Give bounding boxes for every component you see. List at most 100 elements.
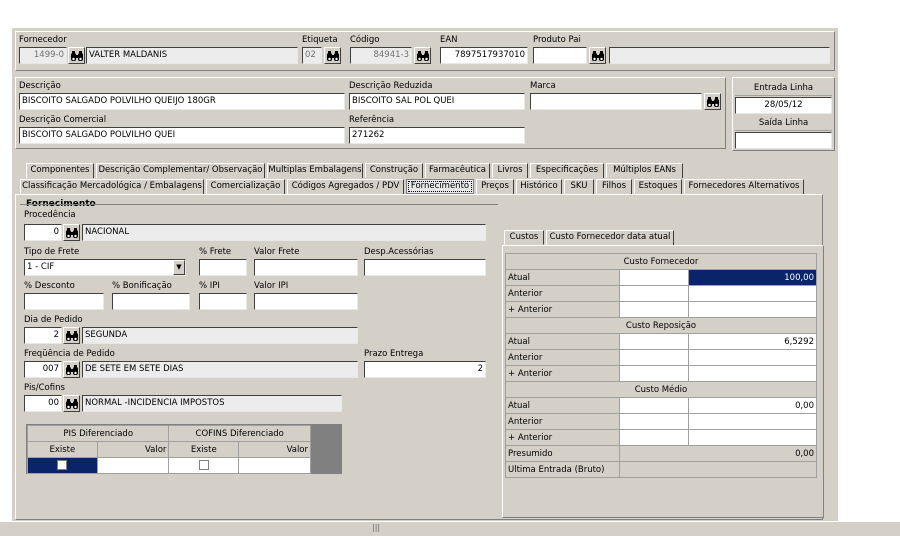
cr-mais-anterior-prev	[619, 365, 689, 382]
pis-cofins-search-icon[interactable]	[63, 395, 80, 412]
valor-ipi-field[interactable]	[254, 293, 358, 310]
cm-anterior-value[interactable]	[688, 413, 817, 430]
tab-construcao[interactable]: Construção	[365, 163, 423, 178]
cr-anterior-label: Anterior	[505, 349, 620, 366]
tab-precos[interactable]: Preços	[476, 179, 514, 194]
cm-mais-anterior-prev	[619, 429, 689, 446]
custos-page: Custo Fornecedor Atual 100,00 Anterior + …	[502, 245, 824, 518]
frequencia-label: Freqüência de Pedido	[24, 349, 115, 359]
tab-estoques[interactable]: Estoques	[634, 179, 682, 194]
tab-filhos[interactable]: Filhos	[596, 179, 632, 194]
valor-frete-field[interactable]	[254, 259, 358, 276]
pis-existe-checkbox[interactable]	[57, 460, 68, 471]
cr-mais-anterior-value[interactable]	[688, 365, 817, 382]
tab-custos[interactable]: Custos	[504, 230, 544, 245]
pct-bonificacao-field[interactable]	[112, 293, 190, 310]
ean-field[interactable]: 7897517937010	[440, 47, 528, 64]
cofins-valor-cell[interactable]	[238, 457, 311, 474]
cofins-existe-checkbox[interactable]	[198, 460, 209, 471]
cr-atual-label: Atual	[505, 333, 620, 350]
dia-pedido-label: Dia de Pedido	[24, 315, 83, 325]
cm-presumido-value: 0,00	[619, 445, 817, 462]
desp-acessorias-label: Desp.Acessórias	[364, 247, 434, 257]
desp-acessorias-field[interactable]	[364, 259, 486, 276]
procedencia-name-field: NACIONAL	[82, 224, 486, 241]
valor-frete-label: Valor Frete	[254, 247, 300, 257]
ean-label: EAN	[440, 35, 458, 45]
tipo-frete-select[interactable]: 1 - CIF	[24, 259, 186, 276]
fornecedor-search-icon[interactable]	[68, 47, 85, 64]
chevron-down-icon[interactable]: ▼	[173, 260, 185, 275]
desc-reduzida-label: Descrição Reduzida	[349, 81, 433, 91]
pis-cofins-code-field[interactable]: 00	[24, 395, 62, 412]
marca-field[interactable]	[530, 93, 702, 110]
prazo-entrega-field[interactable]: 2	[364, 361, 486, 378]
cm-anterior-label: Anterior	[505, 413, 620, 430]
tab-historico[interactable]: Histórico	[516, 179, 562, 194]
tab-multiplos-eans[interactable]: Múltiplos EANs	[606, 163, 683, 178]
cf-atual-prev	[619, 269, 689, 286]
pct-ipi-field[interactable]	[199, 293, 247, 310]
cf-anterior-value[interactable]	[688, 285, 817, 302]
referencia-label: Referência	[349, 115, 395, 125]
dia-pedido-search-icon[interactable]	[63, 327, 80, 344]
pct-desconto-field[interactable]	[24, 293, 104, 310]
entrada-linha-field[interactable]: 28/05/12	[735, 97, 832, 114]
descricao-field[interactable]: BISCOITO SALGADO POLVILHO QUEIJO 180GR	[19, 93, 345, 110]
scroll-grip[interactable]: |||	[372, 523, 380, 532]
cofins-existe-cell[interactable]	[168, 457, 240, 474]
tab-componentes[interactable]: Componentes	[26, 163, 94, 178]
cr-atual-value[interactable]: 6,5292	[688, 333, 817, 350]
pis-existe-cell[interactable]	[27, 457, 98, 474]
codigo-search-icon[interactable]	[414, 47, 431, 64]
tab-comercializacao[interactable]: Comercialização	[206, 179, 285, 194]
cr-anterior-value[interactable]	[688, 349, 817, 366]
custos-table: Custo Fornecedor Atual 100,00 Anterior + …	[505, 253, 817, 478]
cm-anterior-prev	[619, 413, 689, 430]
cf-mais-anterior-prev	[619, 301, 689, 318]
cf-atual-value[interactable]: 100,00	[688, 269, 817, 286]
cf-mais-anterior-value[interactable]	[688, 301, 817, 318]
tab-fornecedores-alternativos[interactable]: Fornecedores Alternativos	[684, 179, 804, 194]
procedencia-label: Procedência	[24, 210, 76, 220]
desc-comercial-field[interactable]: BISCOITO SALGADO POLVILHO QUEI	[19, 127, 345, 144]
tab-multiplas-embalagens[interactable]: Multiplas Embalagens	[267, 163, 363, 178]
etiqueta-label: Etiqueta	[302, 35, 338, 45]
pis-valor-cell[interactable]	[96, 457, 170, 474]
produto-pai-field[interactable]	[533, 47, 587, 64]
tab-especificacoes[interactable]: Especificações	[530, 163, 604, 178]
cm-atual-value[interactable]: 0,00	[688, 397, 817, 414]
entrada-linha-label: Entrada Linha	[735, 81, 832, 96]
tab-custo-fornecedor-data-atual[interactable]: Custo Fornecedor data atual	[546, 230, 674, 245]
frequencia-code-field[interactable]: 007	[24, 361, 62, 378]
tab-codigos-agregados[interactable]: Códigos Agregados / PDV	[287, 179, 404, 194]
tab-farmaceutica[interactable]: Farmacêutica	[425, 163, 490, 178]
pis-cofins-label: Pis/Cofins	[24, 383, 65, 393]
desc-reduzida-field[interactable]: BISCOITO SAL POL QUEI	[349, 93, 525, 110]
frequencia-search-icon[interactable]	[63, 361, 80, 378]
saida-linha-field[interactable]	[735, 132, 832, 149]
etiqueta-search-icon[interactable]	[324, 47, 341, 64]
produto-pai-search-icon[interactable]	[589, 47, 606, 64]
fornecedor-code-field[interactable]: 1499-0	[19, 47, 67, 64]
dia-pedido-code-field[interactable]: 2	[24, 327, 62, 344]
description-panel: Descrição BISCOITO SALGADO POLVILHO QUEI…	[15, 77, 726, 149]
tab-classificacao-mercadologica[interactable]: Classificação Mercadológica / Embalagens	[20, 179, 204, 194]
cm-atual-prev	[619, 397, 689, 414]
cm-mais-anterior-value[interactable]	[688, 429, 817, 446]
marca-search-icon[interactable]	[704, 93, 721, 110]
pct-frete-field[interactable]	[199, 259, 247, 276]
referencia-field[interactable]: 271262	[349, 127, 525, 144]
fornecedor-name-field: VALTER MALDANIS	[86, 47, 298, 64]
etiqueta-field[interactable]: 02	[302, 47, 322, 64]
valor-ipi-label: Valor IPI	[254, 281, 289, 291]
tab-livros[interactable]: Livros	[492, 163, 528, 178]
tab-sku[interactable]: SKU	[564, 179, 594, 194]
tab-fornecimento[interactable]: Fornecimento	[406, 179, 474, 194]
procedencia-search-icon[interactable]	[63, 224, 80, 241]
procedencia-code-field[interactable]: 0	[24, 224, 62, 241]
cf-anterior-label: Anterior	[505, 285, 620, 302]
tab-descricao-complementar[interactable]: Descrição Complementar/ Observação	[96, 163, 265, 178]
custo-fornecedor-header: Custo Fornecedor	[505, 253, 817, 270]
codigo-field[interactable]: 84941-3	[350, 47, 412, 64]
